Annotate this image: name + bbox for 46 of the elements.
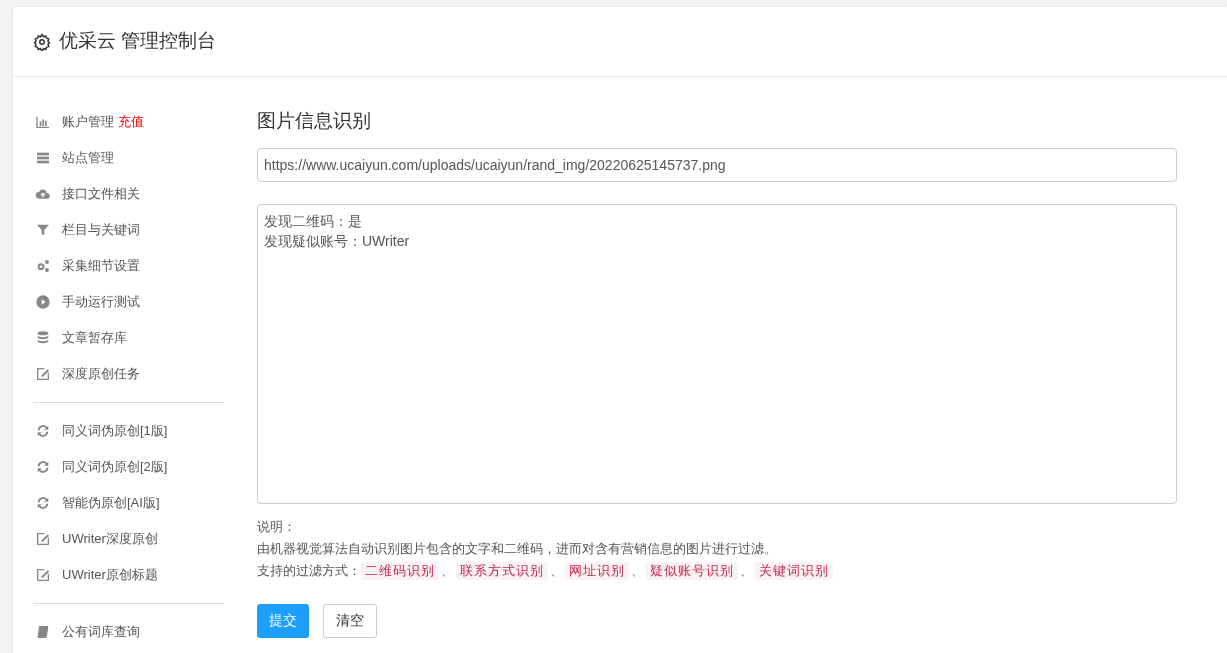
sidebar-item-label: 同义词伪原创[2版]	[62, 458, 168, 477]
result-line: 发现疑似账号：UWriter	[264, 231, 410, 251]
sidebar-item-label: 文章暂存库	[62, 329, 127, 348]
sidebar-item-label: 采集细节设置	[62, 257, 140, 276]
separator: 、	[740, 561, 753, 580]
settings-icon	[33, 32, 51, 51]
edit-icon	[35, 366, 51, 382]
filter-tag: 疑似账号识别	[646, 561, 738, 580]
refresh-icon	[35, 495, 51, 511]
sidebar-item-label: 同义词伪原创[1版]	[62, 422, 168, 441]
sidebar-item-label: 手动运行测试	[62, 293, 140, 312]
chart-icon	[35, 114, 51, 130]
sidebar-item-label: 账户管理	[62, 113, 114, 132]
database-icon	[35, 330, 51, 346]
filter-tag: 二维码识别	[361, 561, 439, 580]
sidebar-item-label: 站点管理	[62, 149, 114, 168]
edit-icon	[35, 531, 51, 547]
notes-heading: 说明：	[257, 517, 296, 536]
filter-tag: 关键词识别	[755, 561, 833, 580]
refresh-icon	[35, 459, 51, 475]
separator: 、	[441, 561, 454, 580]
filters-label: 支持的过滤方式：	[257, 561, 361, 580]
edit-icon	[35, 567, 51, 583]
url-field[interactable]: https://www.ucaiyun.com/uploads/ucaiyun/rand_img/20220625145737.png	[257, 147, 1177, 182]
server-icon	[35, 150, 51, 166]
separator: 、	[550, 561, 563, 580]
sidebar-item-label: UWriter深度原创	[62, 530, 158, 549]
page-title: 图片信息识别	[257, 109, 372, 133]
sidebar-item-label: UWriter原创标题	[62, 566, 158, 585]
result-line: 发现二维码：是	[264, 211, 362, 231]
app-title: 优采云 管理控制台	[59, 29, 217, 54]
play-circle-icon	[35, 294, 51, 310]
filter-tag: 网址识别	[565, 561, 629, 580]
separator: 、	[631, 561, 644, 580]
filter-icon	[35, 222, 51, 238]
notes-description: 由机器视觉算法自动识别图片包含的文字和二维码，进而对含有营销信息的图片进行过滤。	[257, 539, 777, 558]
result-box[interactable]: 发现二维码：是 发现疑似账号：UWriter	[257, 203, 1177, 504]
sidebar-item-label: 智能伪原创[AI版]	[62, 494, 160, 513]
filter-tag: 联系方式识别	[456, 561, 548, 580]
recharge-link[interactable]: 充值	[118, 112, 144, 132]
sidebar-item-label: 公有词库查询	[62, 623, 140, 642]
sidebar-item-label: 深度原创任务	[62, 365, 140, 384]
clear-button[interactable]: 清空	[323, 603, 377, 638]
sidebar-item-label: 接口文件相关	[62, 185, 140, 204]
refresh-icon	[35, 423, 51, 439]
sidebar-item-label: 栏目与关键词	[62, 221, 140, 240]
